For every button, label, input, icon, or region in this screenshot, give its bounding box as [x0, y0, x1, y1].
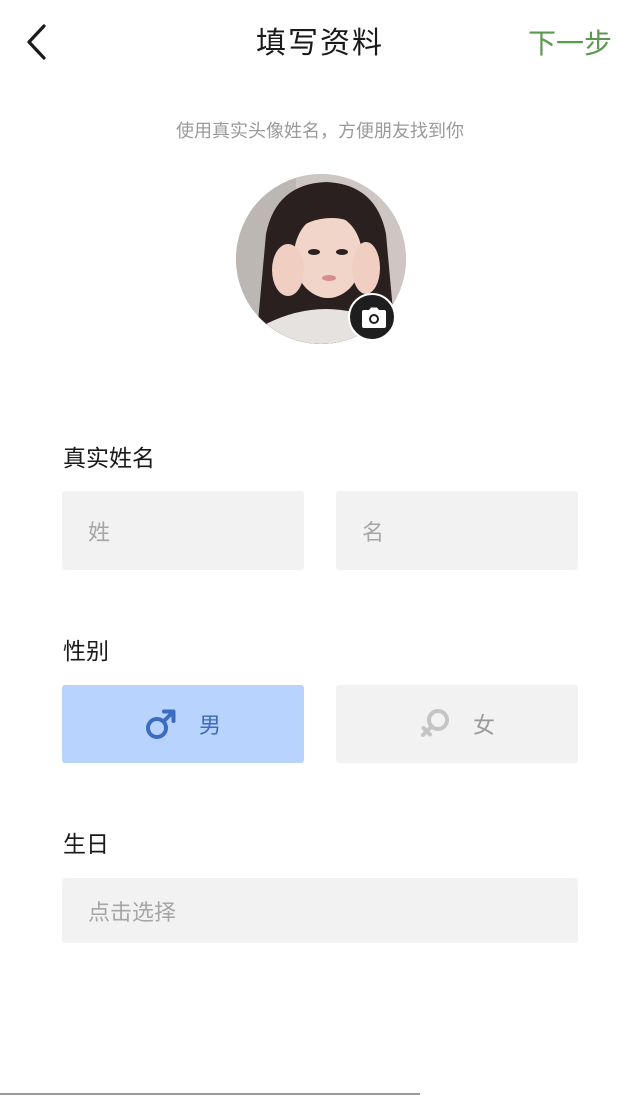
- gender-female-option[interactable]: 女: [336, 685, 578, 763]
- birthday-picker[interactable]: 点击选择: [62, 878, 578, 943]
- profile-setup-screen: 填写资料 下一步 使用真实头像姓名，方便朋友找到你 真实姓名 姓 名 性别 男 …: [0, 0, 640, 1096]
- gender-female-text: 女: [472, 714, 495, 739]
- real-name-label: 真实姓名: [63, 446, 155, 472]
- nav-bar: 填写资料 下一步: [0, 0, 640, 88]
- gender-label: 性别: [63, 639, 109, 665]
- home-indicator-line: [0, 1093, 420, 1095]
- birthday-label: 生日: [63, 832, 109, 858]
- female-symbol-icon: [419, 708, 451, 740]
- last-name-input[interactable]: 姓: [62, 491, 304, 570]
- male-symbol-icon: [145, 708, 177, 740]
- hint-text: 使用真实头像姓名，方便朋友找到你: [176, 121, 464, 142]
- first-name-placeholder: 名: [362, 520, 385, 546]
- gender-male-option[interactable]: 男: [62, 685, 304, 763]
- first-name-input[interactable]: 名: [336, 491, 578, 570]
- birthday-placeholder: 点击选择: [88, 900, 177, 926]
- gender-male-text: 男: [198, 714, 221, 739]
- next-step-button[interactable]: 下一步: [528, 22, 612, 66]
- avatar-upload[interactable]: [236, 174, 406, 344]
- last-name-placeholder: 姓: [88, 520, 111, 546]
- change-avatar-button[interactable]: [348, 293, 396, 341]
